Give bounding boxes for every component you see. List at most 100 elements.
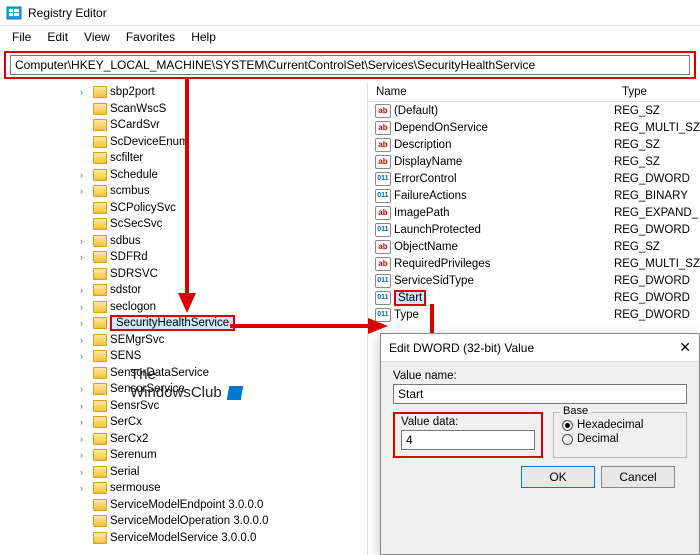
reg-string-icon: ab [375,257,391,271]
tree-item-sercx[interactable]: ›SerCx [0,414,367,431]
list-row-imagepath[interactable]: abImagePathREG_EXPAND_ [368,204,700,221]
menu-favorites[interactable]: Favorites [118,28,183,46]
col-type[interactable]: Type [618,86,700,98]
list-row-type[interactable]: 011TypeREG_DWORD [368,306,700,323]
reg-string-icon: ab [375,240,391,254]
chevron-right-icon[interactable]: › [80,236,90,246]
tree-item-sercx2[interactable]: › SerCx2 [0,431,367,448]
list-row-displayname[interactable]: abDisplayNameREG_SZ [368,153,700,170]
tree-item-sdrsvc[interactable]: SDRSVC [0,266,367,283]
tree-item-securityhealthservice[interactable]: ›SecurityHealthService [0,315,367,332]
chevron-right-icon[interactable]: › [80,285,90,295]
value-type: REG_SZ [614,139,700,151]
tree-item-sdbus[interactable]: › sdbus [0,233,367,250]
tree-item-sens[interactable]: ›SENS [0,348,367,365]
tree-item-scanwscs[interactable]: ScanWscS [0,101,367,118]
tree-label: SEMgrSvc [110,334,164,346]
chevron-right-icon[interactable]: › [80,302,90,312]
list-row-objectname[interactable]: abObjectNameREG_SZ [368,238,700,255]
list-row-description[interactable]: abDescriptionREG_SZ [368,136,700,153]
list-row-requiredprivileges[interactable]: abRequiredPrivilegesREG_MULTI_SZ [368,255,700,272]
value-name-label: Value name: [393,370,687,382]
app-title: Registry Editor [28,6,107,20]
tree-item-servicemodelendpoint 3.0.0.0[interactable]: ServiceModelEndpoint 3.0.0.0 [0,497,367,514]
radio-dec[interactable]: Decimal [562,433,678,445]
tree-item-scmbus[interactable]: ›scmbus [0,183,367,200]
tree-item-semgrsvc[interactable]: › SEMgrSvc [0,332,367,349]
list-row-dependonservice[interactable]: abDependOnServiceREG_MULTI_SZ [368,119,700,136]
chevron-right-icon[interactable]: › [80,417,90,427]
chevron-right-icon[interactable]: › [80,87,90,97]
folder-icon [93,119,107,131]
tree-item-seclogon[interactable]: ›seclogon [0,299,367,316]
chevron-right-icon[interactable]: › [80,252,90,262]
address-input[interactable] [10,55,690,75]
list-row-failureactions[interactable]: 011FailureActionsREG_BINARY [368,187,700,204]
tree-item-scsecsvc[interactable]: ScSecSvc [0,216,367,233]
chevron-right-icon[interactable]: › [80,467,90,477]
tree-item-sensorservice[interactable]: ›SensorService [0,381,367,398]
cancel-button[interactable]: Cancel [601,466,675,488]
chevron-right-icon[interactable]: › [80,351,90,361]
tree-item-sdfrd[interactable]: ›SDFRd [0,249,367,266]
value-data-input[interactable] [401,430,535,450]
tree-item-serenum[interactable]: ›Serenum [0,447,367,464]
menu-view[interactable]: View [76,28,118,46]
folder-icon [93,499,107,511]
tree-label: SCPolicySvc [110,202,176,214]
tree-item-schedule[interactable]: ›Schedule [0,167,367,184]
folder-icon [93,383,107,395]
value-name-input[interactable] [393,384,687,404]
tree-label: SerCx2 [110,433,148,445]
tree-item-scpolicysvc[interactable]: SCPolicySvc [0,200,367,217]
menu-help[interactable]: Help [183,28,224,46]
tree-label: scfilter [110,152,143,164]
close-icon[interactable]: ✕ [679,339,691,356]
folder-icon [93,268,107,280]
chevron-right-icon[interactable]: › [80,186,90,196]
tree-item-sdstor[interactable]: ›sdstor [0,282,367,299]
chevron-right-icon[interactable]: › [80,450,90,460]
tree-item-scfilter[interactable]: scfilter [0,150,367,167]
tree-item-sensrsvc[interactable]: › SensrSvc [0,398,367,415]
app-icon [6,5,22,21]
chevron-right-icon[interactable]: › [80,170,90,180]
folder-icon [93,416,107,428]
tree-item-sbp2port[interactable]: ›sbp2port [0,84,367,101]
tree-label: ScanWscS [110,103,166,115]
tree-item-sermouse[interactable]: ›sermouse [0,480,367,497]
tree-label: SensrSvc [110,400,159,412]
tree-item-serial[interactable]: › Serial [0,464,367,481]
tree-item-scardsvr[interactable]: SCardSvr [0,117,367,134]
list-row-servicesidtype[interactable]: 011ServiceSidTypeREG_DWORD [368,272,700,289]
list-row-errorcontrol[interactable]: 011ErrorControlREG_DWORD [368,170,700,187]
menu-edit[interactable]: Edit [39,28,76,46]
tree-item-sensordataservice[interactable]: SensorDataService [0,365,367,382]
tree-item-servicemodelservice 3.0.0.0[interactable]: ServiceModelService 3.0.0.0 [0,530,367,547]
reg-string-icon: ab [375,206,391,220]
chevron-right-icon[interactable]: › [80,483,90,493]
tree-label: ServiceModelOperation 3.0.0.0 [110,515,269,527]
folder-icon [93,152,107,164]
chevron-right-icon[interactable]: › [80,384,90,394]
tree-label: Serial [110,466,139,478]
col-name[interactable]: Name [368,86,618,98]
chevron-right-icon[interactable]: › [80,401,90,411]
tree-label: sdbus [110,235,141,247]
tree-pane[interactable]: ›sbp2port ScanWscS SCardSvr ScDeviceEnum… [0,82,368,555]
chevron-right-icon[interactable]: › [80,335,90,345]
tree-label: SCardSvr [110,119,160,131]
radio-hex[interactable]: Hexadecimal [562,419,678,431]
list-row-launchprotected[interactable]: 011LaunchProtectedREG_DWORD [368,221,700,238]
ok-button[interactable]: OK [521,466,595,488]
tree-item-scdeviceenum[interactable]: ScDeviceEnum [0,134,367,151]
chevron-right-icon[interactable]: › [80,434,90,444]
value-type: REG_SZ [614,241,700,253]
folder-icon [93,367,107,379]
tree-item-servicemodeloperation 3.0.0.0[interactable]: ServiceModelOperation 3.0.0.0 [0,513,367,530]
menu-file[interactable]: File [4,28,39,46]
list-row-(default)[interactable]: ab(Default)REG_SZ [368,102,700,119]
chevron-right-icon[interactable]: › [80,318,90,328]
reg-dword-icon: 011 [375,291,391,305]
list-row-start[interactable]: 011StartREG_DWORD [368,289,700,306]
